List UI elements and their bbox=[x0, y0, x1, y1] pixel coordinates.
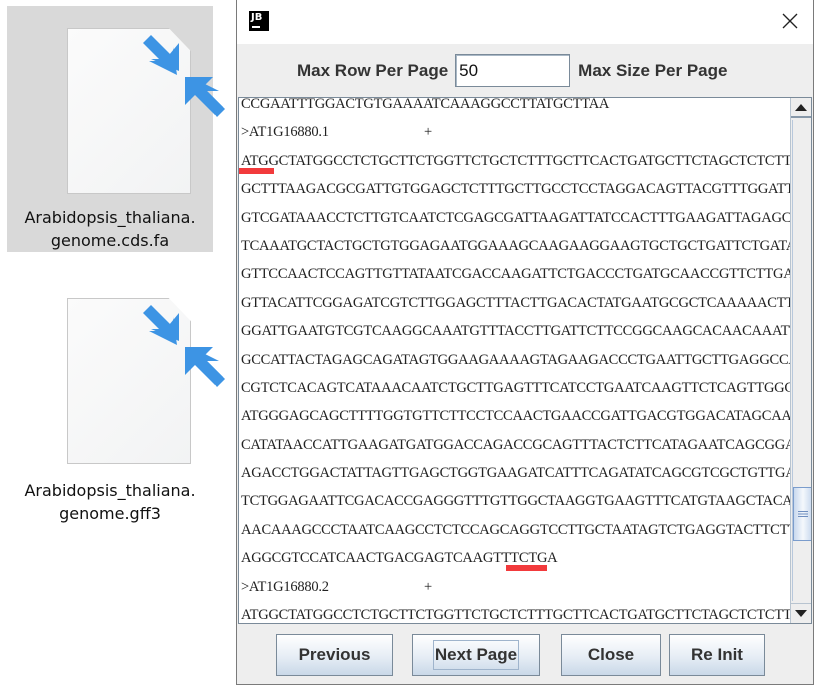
previous-button[interactable]: Previous bbox=[276, 634, 393, 676]
file-icon bbox=[27, 21, 225, 194]
sequence-line: ATGGCTATGGCCTCTGCTTCTGGTTCTGCTCTTTGCTTCA… bbox=[241, 152, 792, 169]
sequence-line: GGATTGAATGTCGTCAAGGCAAATGTTTACCTTGATTCTT… bbox=[241, 323, 807, 340]
sequence-line: GTCGATAAACCTCTTGTCAATCTCGAGCGATTAAGATTAT… bbox=[241, 209, 802, 226]
arrow-up-icon bbox=[795, 103, 807, 111]
sequence-line: ATGGCTATGGCCTCTGCTTCTGGTTCTGCTCTTTGCTTCA… bbox=[241, 607, 792, 624]
next-page-label: Next Page bbox=[432, 640, 520, 670]
re-init-label: Re Init bbox=[691, 645, 743, 664]
sequence-line: CATATAACCATTGAAGATGATGGACCAGACCGCAGTTTAC… bbox=[241, 436, 803, 453]
shortcut-arrows-icon bbox=[143, 35, 225, 117]
sequence-line: CGTCTCACAGTCATAAACAATCTGCTTGAGTTTCATCCTG… bbox=[241, 379, 805, 396]
sequence-line: GCTTTAAGACGCGATTGTGGAGCTCTTTGCTTGCCTCCTA… bbox=[241, 181, 803, 198]
shortcut-arrows-icon bbox=[143, 305, 225, 387]
sequence-line: AACAAAGCCCTAATCAAGCCTCTCCAGCAGGTCCTTGCTA… bbox=[241, 521, 807, 538]
max-row-label: Max Row Per Page bbox=[297, 60, 449, 80]
sequence-line: ATGGGAGCAGCTTTTGGTGTTCTTCCTCCAACTGAACCGA… bbox=[241, 408, 812, 425]
arrow-down-icon bbox=[795, 610, 807, 617]
scroll-thumb[interactable] bbox=[793, 487, 811, 541]
sequence-line: GTTACATTCGGAGATCGTCTTGGAGCTTTACTTGACACTA… bbox=[241, 294, 805, 311]
scroll-up-button[interactable] bbox=[791, 98, 811, 118]
re-init-button[interactable]: Re Init bbox=[669, 634, 765, 676]
title-bar[interactable]: JB bbox=[237, 0, 813, 44]
button-row: Previous Next Page Close Re Init bbox=[237, 634, 813, 676]
start-codon-marker bbox=[239, 167, 274, 174]
scroll-track[interactable] bbox=[792, 120, 811, 601]
sequence-line: AGACCTGGACTATTAGTTGAGCTGGTGAAGATCATTTCAG… bbox=[241, 465, 806, 482]
transcript-id: >AT1G16880.1 bbox=[241, 124, 329, 141]
sequence-line: CCGAATTTGGACTGTGAAAATCAAAGGCCTTATGCTTAA bbox=[241, 97, 610, 112]
stop-codon-marker bbox=[505, 565, 547, 572]
strand-indicator: + bbox=[424, 124, 432, 141]
close-label: Close bbox=[587, 645, 635, 664]
fasta-header-line: >AT1G16880.1 + bbox=[241, 118, 789, 146]
previous-label: Previous bbox=[298, 645, 371, 664]
vertical-scrollbar[interactable] bbox=[790, 98, 811, 623]
fasta-header-line: >AT1G16880.2 + bbox=[241, 573, 789, 601]
desktop-file-cds-fa[interactable]: Arabidopsis_thaliana. genome.cds.fa bbox=[7, 6, 225, 252]
sequence-viewer-dialog: JB Max Row Per Page Max Size Per Page CC… bbox=[236, 0, 814, 685]
logo-text: JB bbox=[251, 12, 263, 23]
max-size-label: Max Size Per Page bbox=[578, 60, 728, 80]
sequence-text-area[interactable]: CCGAATTTGGACTGTGAAAATCAAAGGCCTTATGCTTAA >… bbox=[238, 97, 812, 624]
close-button[interactable]: Close bbox=[561, 634, 661, 676]
file-name-line2: genome.gff3 bbox=[59, 504, 161, 523]
close-icon[interactable] bbox=[781, 12, 799, 30]
next-page-button[interactable]: Next Page bbox=[412, 634, 540, 676]
grip-icon bbox=[798, 511, 808, 517]
jetbrains-logo-icon: JB bbox=[249, 11, 269, 31]
desktop-file-gff3[interactable]: Arabidopsis_thaliana. genome.gff3 bbox=[7, 276, 225, 526]
scroll-down-button[interactable] bbox=[791, 603, 811, 623]
file-name-line2: genome.cds.fa bbox=[50, 231, 170, 250]
file-name-label: Arabidopsis_thaliana. genome.gff3 bbox=[24, 479, 195, 525]
file-name-label: Arabidopsis_thaliana. genome.cds.fa bbox=[24, 206, 195, 252]
file-icon bbox=[27, 291, 225, 464]
strand-indicator: + bbox=[424, 578, 432, 595]
sequence-line: GTTCCAACTCCAGTTGTTATAATCGACCAAGATTCTGACC… bbox=[241, 266, 804, 283]
transcript-id: >AT1G16880.2 bbox=[241, 578, 329, 595]
file-name-line1: Arabidopsis_thaliana. bbox=[24, 208, 196, 227]
sequence-line: TCTGGAGAATTCGACACCGAGGGTTTGTTGGCTAAGGTGA… bbox=[241, 493, 812, 510]
max-row-input[interactable] bbox=[455, 54, 571, 87]
settings-row: Max Row Per Page Max Size Per Page bbox=[237, 44, 813, 97]
sequence-line: GCCATTACTAGAGCAGATAGTGGAAGAAAAGTAGAAGACC… bbox=[241, 351, 812, 368]
sequence-content[interactable]: CCGAATTTGGACTGTGAAAATCAAAGGCCTTATGCTTAA >… bbox=[241, 97, 812, 624]
file-name-line1: Arabidopsis_thaliana. bbox=[24, 481, 196, 500]
sequence-line: TCAAATGCTACTGCTGTGGAGAATGGAAAGCAAGAAGGAA… bbox=[241, 237, 812, 254]
